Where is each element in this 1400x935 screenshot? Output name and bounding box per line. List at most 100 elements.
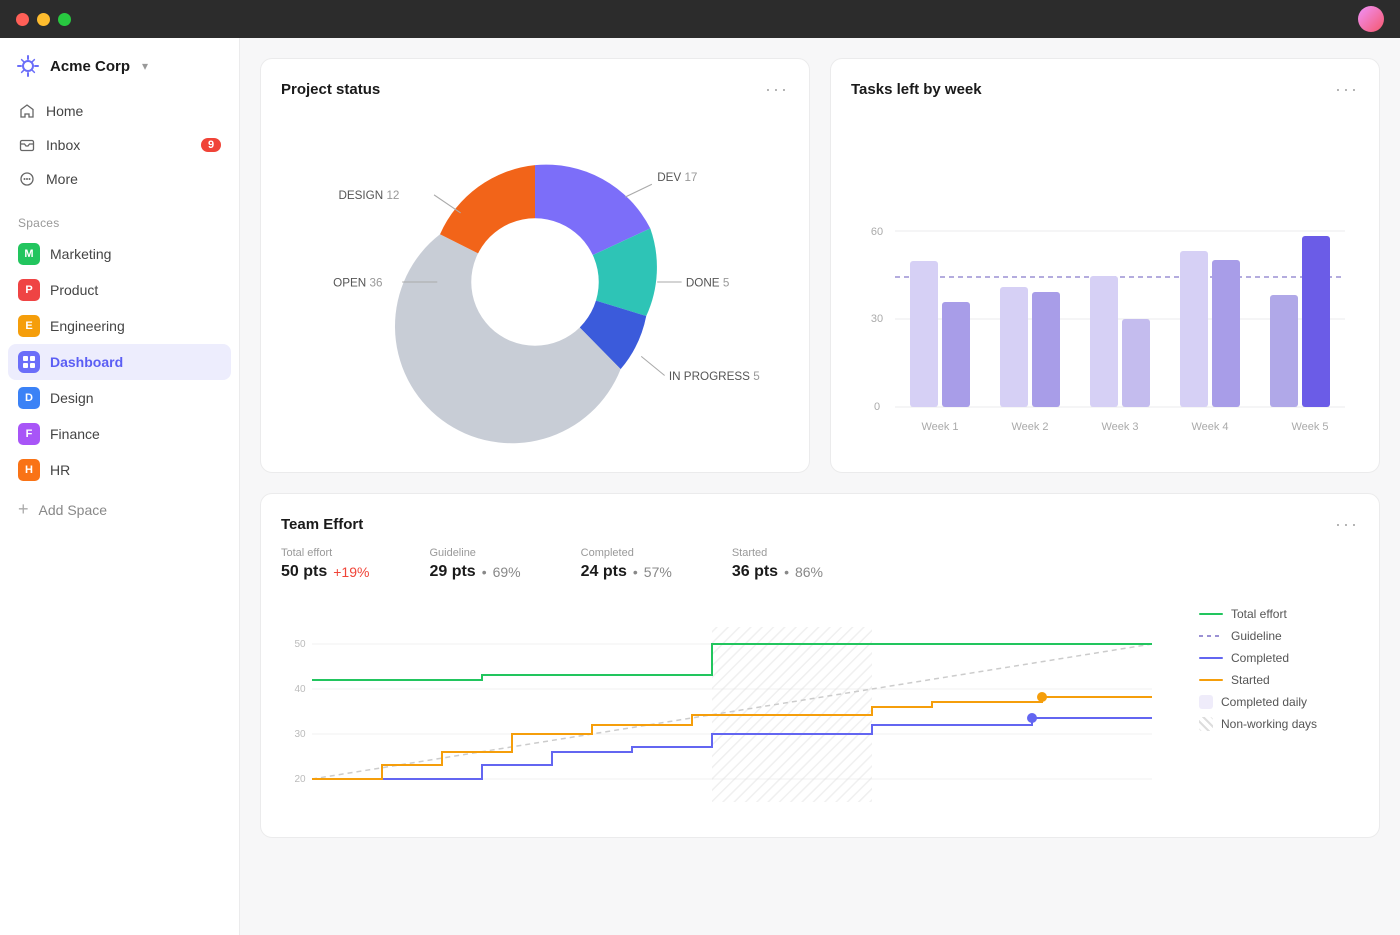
sidebar-item-marketing[interactable]: M Marketing [8,236,231,272]
maximize-button[interactable] [58,13,71,26]
more-icon [18,170,36,188]
hr-label: HR [50,462,70,478]
team-effort-svg: 20 30 40 50 [281,597,1183,817]
stat-started-label: Started [732,547,823,559]
sidebar-item-engineering[interactable]: E Engineering [8,308,231,344]
finance-avatar: F [18,423,40,445]
engineering-label: Engineering [50,318,125,334]
project-status-menu[interactable]: ··· [765,79,789,100]
sidebar-item-design[interactable]: D Design [8,380,231,416]
project-status-title: Project status [281,81,380,98]
stat-completed-label: Completed [581,547,672,559]
svg-text:IN PROGRESS 5: IN PROGRESS 5 [669,370,760,383]
bar-chart-container: 0 30 60 [851,112,1359,452]
svg-text:DESIGN 12: DESIGN 12 [338,189,399,202]
add-space-button[interactable]: + Add Space [8,492,231,527]
product-label: Product [50,282,98,298]
close-button[interactable] [16,13,29,26]
stat-guideline-label: Guideline [429,547,520,559]
product-avatar: P [18,279,40,301]
legend-completed: Completed [1199,651,1359,665]
svg-text:0: 0 [874,401,880,413]
svg-text:Week 3: Week 3 [1101,421,1138,433]
sidebar-item-inbox[interactable]: Inbox 9 [8,128,231,162]
bar-w4-light [1180,251,1208,407]
svg-text:30: 30 [871,313,883,325]
stat-total-effort: Total effort 50 pts +19% [281,547,369,581]
bar-w1-light [910,261,938,407]
stat-total-value: 50 pts +19% [281,563,369,581]
legend-started: Started [1199,673,1359,687]
legend-non-working-box [1199,717,1213,731]
chevron-down-icon: ▾ [142,59,148,73]
stat-guideline: Guideline 29 pts • 69% [429,547,520,581]
spaces-section-label: Spaces [0,204,239,236]
svg-text:Week 2: Week 2 [1011,421,1048,433]
tasks-menu[interactable]: ··· [1335,79,1359,100]
main-content: Project status ··· [240,38,1400,935]
stat-started: Started 36 pts • 86% [732,547,823,581]
bar-w3-dark [1122,319,1150,407]
sidebar-item-finance[interactable]: F Finance [8,416,231,452]
sidebar-nav: Home Inbox 9 More [0,86,239,204]
project-status-card: Project status ··· [260,58,810,473]
app-body: Acme Corp ▾ Home Inbox 9 More [0,38,1400,935]
sidebar-item-hr[interactable]: H HR [8,452,231,488]
company-name: Acme Corp [50,58,130,75]
sidebar: Acme Corp ▾ Home Inbox 9 More [0,38,240,935]
pie-chart-container: DEV 17 DONE 5 IN PROGRESS 5 OPEN 36 DESI… [281,112,789,452]
tasks-header: Tasks left by week ··· [851,79,1359,100]
legend-guideline: Guideline [1199,629,1359,643]
tasks-by-week-card: Tasks left by week ··· 0 30 60 [830,58,1380,473]
stat-completed: Completed 24 pts • 57% [581,547,672,581]
traffic-lights [16,13,71,26]
team-effort-header: Team Effort ··· [281,514,1359,535]
legend-started-label: Started [1231,673,1270,687]
legend-completed-label: Completed [1231,651,1289,665]
legend-completed-daily-label: Completed daily [1221,695,1307,709]
legend-non-working: Non-working days [1199,717,1359,731]
legend-completed-line [1199,657,1223,659]
svg-text:50: 50 [294,639,306,650]
team-effort-menu[interactable]: ··· [1335,514,1359,535]
engineering-avatar: E [18,315,40,337]
sidebar-item-dashboard[interactable]: Dashboard [8,344,231,380]
more-label: More [46,171,78,187]
finance-label: Finance [50,426,100,442]
legend-total-effort: Total effort [1199,607,1359,621]
sidebar-item-product[interactable]: P Product [8,272,231,308]
marketing-avatar: M [18,243,40,265]
sidebar-item-home[interactable]: Home [8,94,231,128]
project-status-header: Project status ··· [281,79,789,100]
bar-w2-dark [1032,292,1060,407]
bar-chart: 0 30 60 [851,112,1359,452]
titlebar [0,0,1400,38]
pie-chart: DEV 17 DONE 5 IN PROGRESS 5 OPEN 36 DESI… [281,112,789,452]
legend-total-effort-label: Total effort [1231,607,1287,621]
home-icon [18,102,36,120]
top-row: Project status ··· [260,58,1380,473]
company-logo-icon [16,54,40,78]
svg-text:DONE 5: DONE 5 [686,276,729,289]
bar-w1-dark [942,302,970,407]
dashboard-label: Dashboard [50,354,123,370]
design-avatar: D [18,387,40,409]
minimize-button[interactable] [37,13,50,26]
hr-avatar: H [18,459,40,481]
marketing-label: Marketing [50,246,111,262]
home-label: Home [46,103,83,119]
legend: Total effort Guideline Completed Started [1199,597,1359,817]
sidebar-item-more[interactable]: More [8,162,231,196]
company-header[interactable]: Acme Corp ▾ [0,38,239,86]
dashboard-avatar [18,351,40,373]
svg-text:40: 40 [294,684,306,695]
stat-started-value: 36 pts • 86% [732,563,823,581]
tasks-title: Tasks left by week [851,81,982,98]
team-effort-card: Team Effort ··· Total effort 50 pts +19%… [260,493,1380,838]
user-avatar[interactable] [1358,6,1384,32]
stat-guideline-value: 29 pts • 69% [429,563,520,581]
legend-guideline-label: Guideline [1231,629,1282,643]
svg-text:20: 20 [294,774,306,785]
stat-total-label: Total effort [281,547,369,559]
svg-text:Week 5: Week 5 [1291,421,1328,433]
